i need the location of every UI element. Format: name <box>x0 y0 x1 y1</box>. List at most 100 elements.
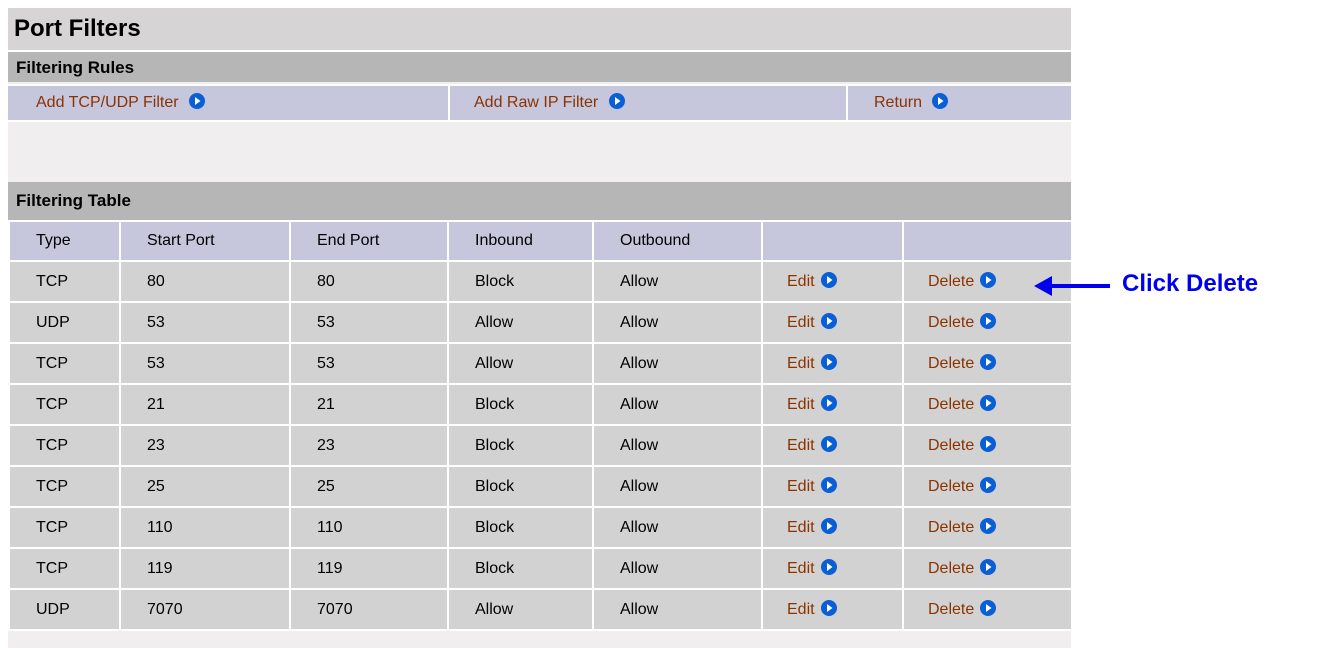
table-cell: 80 <box>289 260 449 303</box>
table-cell: Block <box>447 383 594 426</box>
table-cell: TCP <box>8 260 121 303</box>
delete-link[interactable]: Delete <box>902 506 1073 549</box>
port-filters-panel: Port Filters Filtering Rules Add TCP/UDP… <box>8 8 1073 648</box>
table-cell: 53 <box>289 342 449 385</box>
table-cell: Allow <box>592 260 763 303</box>
table-cell: 119 <box>289 547 449 590</box>
arrow-circle-right-icon <box>980 394 997 411</box>
arrow-circle-right-icon <box>980 599 997 616</box>
arrow-circle-right-icon <box>980 476 997 493</box>
delete-link[interactable]: Delete <box>902 383 1073 426</box>
table-cell: Block <box>447 506 594 549</box>
table-cell: UDP <box>8 301 121 344</box>
table-cell: Block <box>447 465 594 508</box>
table-row: UDP 53 53 Allow Allow Edit Delete <box>8 301 1073 344</box>
filtering-table-heading: Filtering Table <box>8 182 1071 220</box>
edit-link[interactable]: Edit <box>761 465 904 508</box>
arrow-circle-right-icon <box>820 558 837 575</box>
arrow-circle-right-icon <box>820 517 837 534</box>
delete-label: Delete <box>928 354 975 372</box>
delete-link[interactable]: Delete <box>902 342 1073 385</box>
add-tcp-udp-filter-link[interactable]: Add TCP/UDP Filter <box>36 86 206 120</box>
table-cell: Allow <box>592 506 763 549</box>
delete-link[interactable]: Delete <box>902 588 1073 631</box>
table-cell: 25 <box>289 465 449 508</box>
table-cell: 110 <box>119 506 291 549</box>
delete-link[interactable]: Delete <box>902 424 1073 467</box>
arrow-circle-right-icon <box>980 312 997 329</box>
edit-link[interactable]: Edit <box>761 506 904 549</box>
table-cell: Allow <box>592 424 763 467</box>
table-cell: 23 <box>119 424 291 467</box>
table-row: TCP 53 53 Allow Allow Edit Delete <box>8 342 1073 385</box>
arrow-circle-right-icon <box>820 476 837 493</box>
table-cell: UDP <box>8 588 121 631</box>
table-cell: TCP <box>8 342 121 385</box>
column-header: End Port <box>289 220 449 262</box>
table-row: TCP 23 23 Block Allow Edit Delete <box>8 424 1073 467</box>
edit-link[interactable]: Edit <box>761 301 904 344</box>
delete-link[interactable]: Delete <box>902 465 1073 508</box>
column-header <box>902 220 1073 262</box>
table-cell: Block <box>447 424 594 467</box>
table-cell: TCP <box>8 383 121 426</box>
arrow-circle-right-icon <box>980 435 997 452</box>
table-cell: Allow <box>447 342 594 385</box>
table-cell: Allow <box>447 588 594 631</box>
edit-label: Edit <box>787 477 815 495</box>
table-cell: 21 <box>119 383 291 426</box>
table-cell: TCP <box>8 506 121 549</box>
arrow-circle-right-icon <box>980 558 997 575</box>
edit-link[interactable]: Edit <box>761 383 904 426</box>
table-cell: 25 <box>119 465 291 508</box>
table-cell: 53 <box>119 301 291 344</box>
add-tcp-udp-filter-label: Add TCP/UDP Filter <box>36 94 179 111</box>
return-link[interactable]: Return <box>874 86 949 120</box>
arrow-circle-right-icon <box>608 93 625 110</box>
table-cell: Block <box>447 547 594 590</box>
delete-link[interactable]: Delete <box>902 547 1073 590</box>
arrow-circle-right-icon <box>980 517 997 534</box>
table-cell: 119 <box>119 547 291 590</box>
delete-label: Delete <box>928 272 975 290</box>
table-cell: Allow <box>592 465 763 508</box>
add-raw-ip-filter-label: Add Raw IP Filter <box>474 94 599 111</box>
column-header: Outbound <box>592 220 763 262</box>
edit-label: Edit <box>787 518 815 536</box>
link-divider <box>846 86 848 120</box>
table-cell: Allow <box>592 301 763 344</box>
edit-label: Edit <box>787 436 815 454</box>
table-row: TCP 25 25 Block Allow Edit Delete <box>8 465 1073 508</box>
filtering-table: Type Start Port End Port Inbound Outbound TCP… <box>8 220 1073 631</box>
table-cell: 53 <box>119 342 291 385</box>
edit-link[interactable]: Edit <box>761 342 904 385</box>
edit-link[interactable]: Edit <box>761 547 904 590</box>
table-cell: TCP <box>8 465 121 508</box>
arrow-circle-right-icon <box>820 271 837 288</box>
edit-label: Edit <box>787 600 815 618</box>
return-label: Return <box>874 94 923 111</box>
filtering-rules-heading: Filtering Rules <box>8 50 1071 82</box>
edit-link[interactable]: Edit <box>761 588 904 631</box>
delete-label: Delete <box>928 313 975 331</box>
edit-link[interactable]: Edit <box>761 260 904 303</box>
table-row: TCP 110 110 Block Allow Edit Delete <box>8 506 1073 549</box>
table-row: TCP 80 80 Block Allow Edit Delete <box>8 260 1073 303</box>
arrow-circle-right-icon <box>820 394 837 411</box>
edit-label: Edit <box>787 559 815 577</box>
table-cell: 21 <box>289 383 449 426</box>
click-delete-annotation: Click Delete <box>1122 270 1259 297</box>
edit-label: Edit <box>787 354 815 372</box>
link-divider <box>448 86 450 120</box>
arrow-circle-right-icon <box>932 93 949 110</box>
column-header: Inbound <box>447 220 594 262</box>
column-header: Type <box>8 220 121 262</box>
table-cell: TCP <box>8 547 121 590</box>
edit-link[interactable]: Edit <box>761 424 904 467</box>
table-cell: Allow <box>592 383 763 426</box>
add-raw-ip-filter-link[interactable]: Add Raw IP Filter <box>474 86 625 120</box>
table-row: UDP 7070 7070 Allow Allow Edit Delete <box>8 588 1073 631</box>
edit-label: Edit <box>787 313 815 331</box>
delete-label: Delete <box>928 559 975 577</box>
delete-link[interactable]: Delete <box>902 301 1073 344</box>
